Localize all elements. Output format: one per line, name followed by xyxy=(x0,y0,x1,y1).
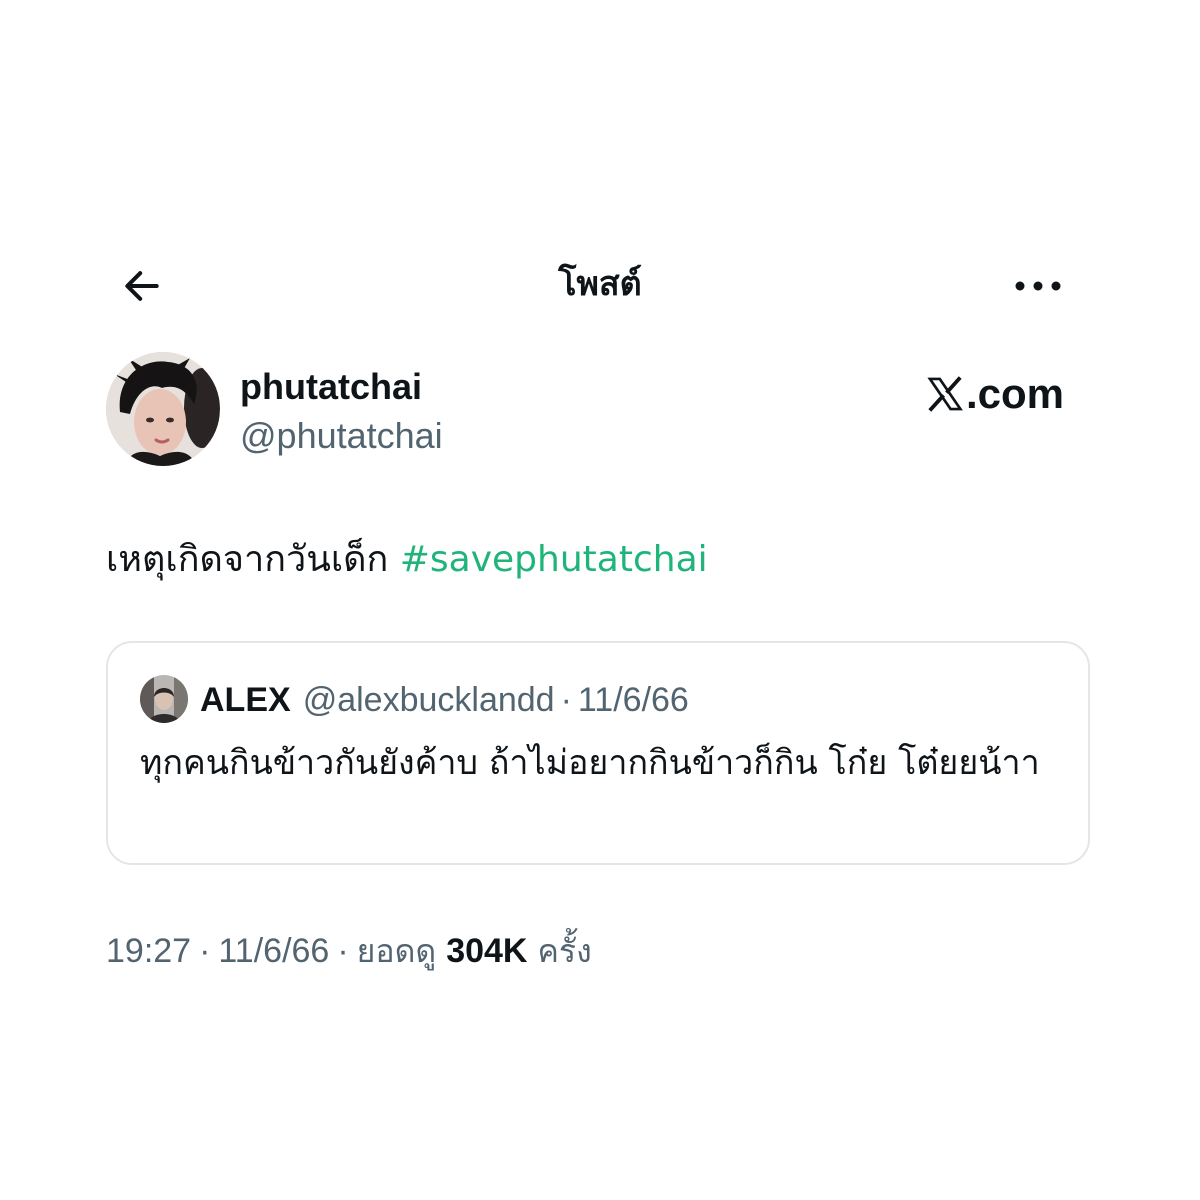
author-avatar[interactable] xyxy=(106,352,220,466)
post-time[interactable]: 19:27 xyxy=(106,932,191,971)
avatar-photo xyxy=(106,352,220,466)
post-text: เหตุเกิดจากวันเด็ก #savephutatchai xyxy=(106,532,1096,588)
quoted-author-avatar xyxy=(140,675,188,723)
quoted-post-text: ทุกคนกินข้าวกันยังค้าบ ถ้าไม่อยากกินข้าว… xyxy=(140,743,1040,783)
page-title: โพสต์ xyxy=(558,264,642,304)
quoted-post-date: 11/6/66 xyxy=(577,680,689,719)
post-text-body: เหตุเกิดจากวันเด็ก xyxy=(106,539,400,580)
meta-separator: · xyxy=(199,931,211,970)
x-logo-icon xyxy=(927,376,963,412)
author-handle[interactable]: @phutatchai xyxy=(240,413,443,459)
quoted-post-card[interactable]: ALEX @alexbucklandd · 11/6/66 ทุกคนกินข้… xyxy=(106,641,1090,865)
quoted-author-handle: @alexbucklandd xyxy=(302,680,555,719)
views-count[interactable]: 304K xyxy=(446,932,527,971)
quoted-avatar-photo xyxy=(140,675,188,723)
hashtag-link[interactable]: #savephutatchai xyxy=(400,539,708,580)
author-display-name[interactable]: phutatchai xyxy=(240,364,422,410)
views-label: ยอดดู xyxy=(356,931,437,970)
back-button[interactable] xyxy=(118,262,166,310)
meta-separator: · xyxy=(337,931,349,970)
post-meta: 19:27 · 11/6/66 · ยอดดู 304K ครั้ง xyxy=(106,928,592,974)
quoted-post-header: ALEX @alexbucklandd · 11/6/66 xyxy=(200,677,689,723)
arrow-left-icon xyxy=(125,271,159,301)
more-horizontal-icon xyxy=(1015,281,1061,291)
watermark-domain: .com xyxy=(966,370,1065,417)
views-unit: ครั้ง xyxy=(537,931,592,970)
post-date[interactable]: 11/6/66 xyxy=(218,932,329,971)
more-options-button[interactable] xyxy=(1008,262,1068,310)
quoted-author-name: ALEX xyxy=(200,680,291,719)
x-com-watermark: .com xyxy=(926,368,1064,420)
quoted-separator: · xyxy=(560,680,572,719)
